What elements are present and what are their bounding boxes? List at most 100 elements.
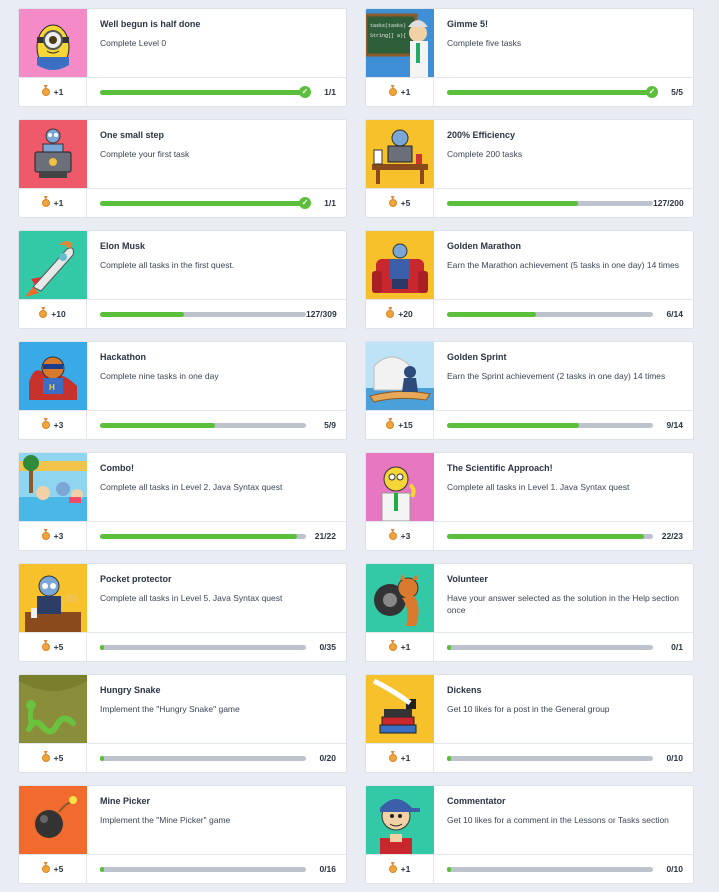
progress-count: 127/200 [653,198,684,208]
achievement-description: Get 10 likes for a comment in the Lesson… [447,815,669,825]
achievement-info: Hackathon Complete nine tasks in one day [87,342,346,410]
achievement-image [19,120,87,188]
achievement-card[interactable]: Hungry Snake Implement the "Hungry Snake… [18,674,347,773]
achievement-info: Dickens Get 10 likes for a post in the G… [434,675,693,743]
achievement-title: Dickens [447,685,482,695]
achievement-reward: +3 [366,522,434,550]
achievement-image [366,675,434,743]
achievement-footer: +5 0/35 [19,633,346,661]
progress-bar-fill [447,422,579,428]
achievement-card[interactable]: Elon Musk Complete all tasks in the firs… [18,230,347,329]
achievement-title: Well begun is half done [100,19,201,29]
progress-bar-fill [447,533,645,539]
progress-count: 22/23 [661,531,683,541]
reward-value: +15 [398,420,413,430]
achievement-title: Volunteer [447,574,488,584]
achievement-card[interactable]: Pocket protector Complete all tasks in L… [18,563,347,662]
achievement-card[interactable]: H Hackathon Complete nine tasks in one d… [18,341,347,440]
achievement-info: 200% Efficiency Complete 200 tasks [434,120,693,188]
progress-bar: ✓ [100,197,311,209]
achievement-card[interactable]: Volunteer Have your answer selected as t… [365,563,694,662]
achievement-progress: 5/9 [87,420,346,430]
reward-value: +1 [53,87,64,97]
medal-icon [388,199,397,207]
achievement-info: Hungry Snake Implement the "Hungry Snake… [87,675,346,743]
achievement-header: Well begun is half done Complete Level 0 [19,9,346,78]
progress-bar [447,311,653,317]
achievement-description: Get 10 likes for a post in the General g… [447,704,610,714]
achievement-footer: +1 0/10 [366,744,693,772]
achievement-footer: +1 0/10 [366,855,693,883]
progress-bar [447,533,653,539]
achievement-reward: +1 [366,78,434,106]
achievement-progress: 0/10 [434,864,693,874]
progress-bar-fill [100,533,297,539]
achievement-progress: 0/10 [434,753,693,763]
rocket-icon [19,231,87,299]
cap-boy-icon [366,786,434,854]
achievement-card[interactable]: Commentator Get 10 likes for a comment i… [365,785,694,884]
achievement-image [19,675,87,743]
progress-bar [447,866,653,872]
progress-bar: ✓ [100,86,311,98]
achievement-title: Pocket protector [100,574,172,584]
achievement-reward: +1 [19,78,87,106]
progress-count: 0/35 [319,642,336,652]
progress-bar [100,755,306,761]
achievement-card[interactable]: Dickens Get 10 likes for a post in the G… [365,674,694,773]
achievement-card[interactable]: The Scientific Approach! Complete all ta… [365,452,694,551]
achievement-description: Complete Level 0 [100,38,167,48]
reward-value: +1 [400,753,411,763]
achievement-image [19,564,87,632]
achievement-reward: +5 [19,855,87,883]
achievement-description: Earn the Sprint achievement (2 tasks in … [447,371,666,381]
progress-count: 127/309 [306,309,337,319]
achievement-footer: +3 5/9 [19,411,346,439]
achievement-header: Volunteer Have your answer selected as t… [366,564,693,633]
progress-bar [100,422,306,428]
achievement-progress: 0/35 [87,642,346,652]
achievement-description: Complete 200 tasks [447,149,523,159]
achievement-title: Gimme 5! [447,19,489,29]
achievement-description: Complete five tasks [447,38,522,48]
check-icon: ✓ [299,197,311,209]
robot-desk-icon [366,120,434,188]
achievement-title: Hungry Snake [100,685,161,695]
achievement-title: Hackathon [100,352,147,362]
achievement-card[interactable]: tasks(tasks) String[] a){ Gimme 5! Comple… [365,8,694,107]
progress-bar [447,200,653,206]
achievement-card[interactable]: Well begun is half done Complete Level 0… [18,8,347,107]
achievement-card[interactable]: Golden Sprint Earn the Sprint achievemen… [365,341,694,440]
achievement-progress: 21/22 [87,531,346,541]
achievement-image [19,453,87,521]
achievement-reward: +5 [19,633,87,661]
robot-armchair-icon [366,231,434,299]
achievement-title: One small step [100,130,165,140]
medal-icon [41,532,50,540]
achievement-header: 200% Efficiency Complete 200 tasks [366,120,693,189]
achievement-card[interactable]: Golden Marathon Earn the Marathon achiev… [365,230,694,329]
achievement-title: Combo! [100,463,134,473]
achievement-card[interactable]: Combo! Complete all tasks in Level 2. Ja… [18,452,347,551]
surfing-robot-icon [366,342,434,410]
achievement-card[interactable]: Mine Picker Implement the "Mine Picker" … [18,785,347,884]
achievement-description: Implement the "Hungry Snake" game [100,704,240,714]
progress-count: 0/1 [671,642,683,652]
pool-party-icon [19,453,87,521]
achievement-progress: ✓ 5/5 [434,86,693,98]
svg-text:String[] a){: String[] a){ [370,33,406,39]
robot-boss-icon [19,564,87,632]
check-icon: ✓ [646,86,658,98]
achievement-card[interactable]: One small step Complete your first task … [18,119,347,218]
progress-count: 0/16 [319,864,336,874]
reward-value: +5 [53,753,64,763]
medal-icon [41,643,50,651]
progress-bar [100,644,306,650]
achievement-image [366,231,434,299]
medal-icon [41,865,50,873]
achievement-image [19,9,87,77]
achievement-description: Implement the "Mine Picker" game [100,815,231,825]
cat-tire-icon [366,564,434,632]
achievement-info: Combo! Complete all tasks in Level 2. Ja… [87,453,346,521]
achievement-card[interactable]: 200% Efficiency Complete 200 tasks +5 12… [365,119,694,218]
